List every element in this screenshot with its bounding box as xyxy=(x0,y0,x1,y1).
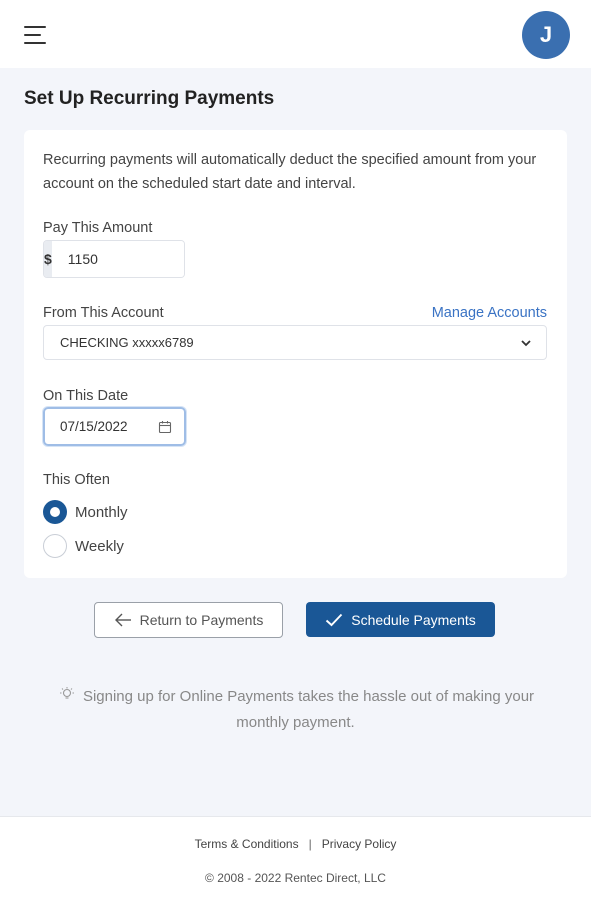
tip-text: Signing up for Online Payments takes the… xyxy=(82,688,535,731)
date-input-value: 07/15/2022 xyxy=(60,419,128,434)
hamburger-menu-icon[interactable] xyxy=(24,26,48,46)
page-footer: Terms & Conditions | Privacy Policy © 2008… xyxy=(0,816,591,900)
account-select-value: CHECKING xxxxx6789 xyxy=(60,335,194,350)
calendar-icon[interactable] xyxy=(158,420,172,434)
footer-links: Terms & Conditions | Privacy Policy xyxy=(0,837,591,851)
top-bar: J xyxy=(0,0,591,68)
avatar-initial: J xyxy=(539,22,553,47)
frequency-label: This Often xyxy=(43,472,110,488)
account-label: From This Account xyxy=(43,305,164,321)
checkmark-icon xyxy=(325,613,343,627)
amount-input[interactable] xyxy=(51,241,184,277)
radio-checked-icon[interactable] xyxy=(43,500,67,524)
terms-link[interactable]: Terms & Conditions xyxy=(195,837,299,851)
footer-separator: | xyxy=(308,837,312,851)
return-button-label: Return to Payments xyxy=(139,612,264,628)
schedule-payments-button[interactable]: Schedule Payments xyxy=(306,602,495,637)
date-label: On This Date xyxy=(43,388,129,404)
date-input[interactable]: 07/15/2022 xyxy=(43,407,186,446)
frequency-option-label: Monthly xyxy=(75,503,128,521)
lightbulb-icon xyxy=(57,687,77,711)
arrow-left-icon xyxy=(114,613,132,627)
radio-unchecked-icon[interactable] xyxy=(43,534,67,558)
user-avatar[interactable]: J xyxy=(522,11,570,59)
amount-label: Pay This Amount xyxy=(43,220,153,236)
tip-message: Signing up for Online Payments takes the… xyxy=(40,685,551,735)
page-title: Set Up Recurring Payments xyxy=(24,88,275,109)
form-description: Recurring payments will automatically de… xyxy=(43,152,537,192)
amount-input-group: $ xyxy=(43,240,185,278)
frequency-option-monthly[interactable]: Monthly xyxy=(43,500,128,524)
schedule-button-label: Schedule Payments xyxy=(351,611,476,628)
manage-accounts-link[interactable]: Manage Accounts xyxy=(432,305,547,321)
currency-prefix: $ xyxy=(44,241,52,277)
copyright-text: © 2008 - 2022 Rentec Direct, LLC xyxy=(205,871,386,885)
recurring-payment-form: Recurring payments will automatically de… xyxy=(24,130,567,578)
frequency-option-weekly[interactable]: Weekly xyxy=(43,534,124,558)
return-to-payments-button[interactable]: Return to Payments xyxy=(94,602,283,638)
frequency-option-label: Weekly xyxy=(75,537,124,555)
privacy-link[interactable]: Privacy Policy xyxy=(322,837,397,851)
chevron-down-icon xyxy=(521,340,531,347)
account-select[interactable]: CHECKING xxxxx6789 xyxy=(43,325,547,360)
